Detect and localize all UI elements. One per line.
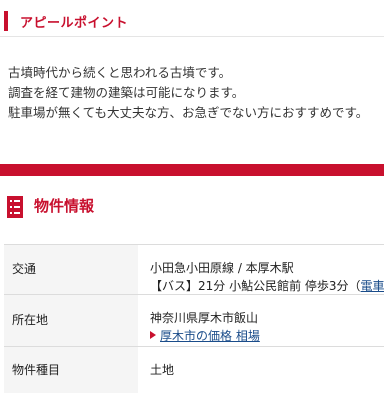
document-list-icon <box>7 196 23 218</box>
property-type-value: 土地 <box>150 363 175 377</box>
appeal-header: アピールポイント <box>0 6 384 37</box>
table-row-traffic: 交通 小田急小田原線 / 本厚木駅 【バス】21分 小鮎公民館前 停歩3分（電車… <box>4 244 384 295</box>
traffic-line-2: 【バス】21分 小鮎公民館前 停歩3分（電車ル <box>150 277 384 294</box>
appeal-line: 古墳時代から続くと思われる古墳です。 <box>8 65 232 80</box>
train-route-link[interactable]: 電車ル <box>361 279 384 293</box>
property-section-title: 物件情報 <box>34 197 95 215</box>
row-label: 所在地 <box>12 313 49 327</box>
appeal-text: 古墳時代から続くと思われる古墳です。 調査を経て建物の建築は可能になります。 駐… <box>8 63 384 123</box>
address-text: 神奈川県厚木市飯山 <box>150 311 259 325</box>
row-label-cell: 所在地 <box>4 295 138 347</box>
row-value-cell: 小田急小田原線 / 本厚木駅 【バス】21分 小鮎公民館前 停歩3分（電車ル <box>150 245 384 295</box>
row-value-cell: 土地 <box>150 347 384 393</box>
address-price-line: 厚木市の価格 相場 <box>150 327 260 344</box>
appeal-line: 駐車場が無くても大丈夫な方、お急ぎでない方におすすめです。 <box>8 105 369 120</box>
table-row-type: 物件種目 土地 <box>4 346 384 393</box>
row-label-cell: 物件種目 <box>4 347 138 393</box>
appeal-accent-bar <box>4 11 8 31</box>
arrow-right-icon <box>150 331 156 339</box>
row-value-cell: 神奈川県厚木市飯山 厚木市の価格 相場 <box>150 295 384 347</box>
appeal-line: 調査を経て建物の建築は可能になります。 <box>8 85 245 100</box>
row-label: 物件種目 <box>12 363 61 377</box>
property-section-header: 物件情報 <box>0 192 384 228</box>
appeal-title: アピールポイント <box>20 16 129 31</box>
row-label: 交通 <box>12 262 37 276</box>
table-row-address: 所在地 神奈川県厚木市飯山 厚木市の価格 相場 <box>4 294 384 347</box>
row-label-cell: 交通 <box>4 245 138 295</box>
section-divider <box>0 164 384 176</box>
traffic-line-1: 小田急小田原線 / 本厚木駅 <box>150 261 294 275</box>
price-market-link[interactable]: 厚木市の価格 相場 <box>160 329 260 343</box>
traffic-bus-text: 【バス】21分 小鮎公民館前 停歩3分（ <box>150 279 361 293</box>
